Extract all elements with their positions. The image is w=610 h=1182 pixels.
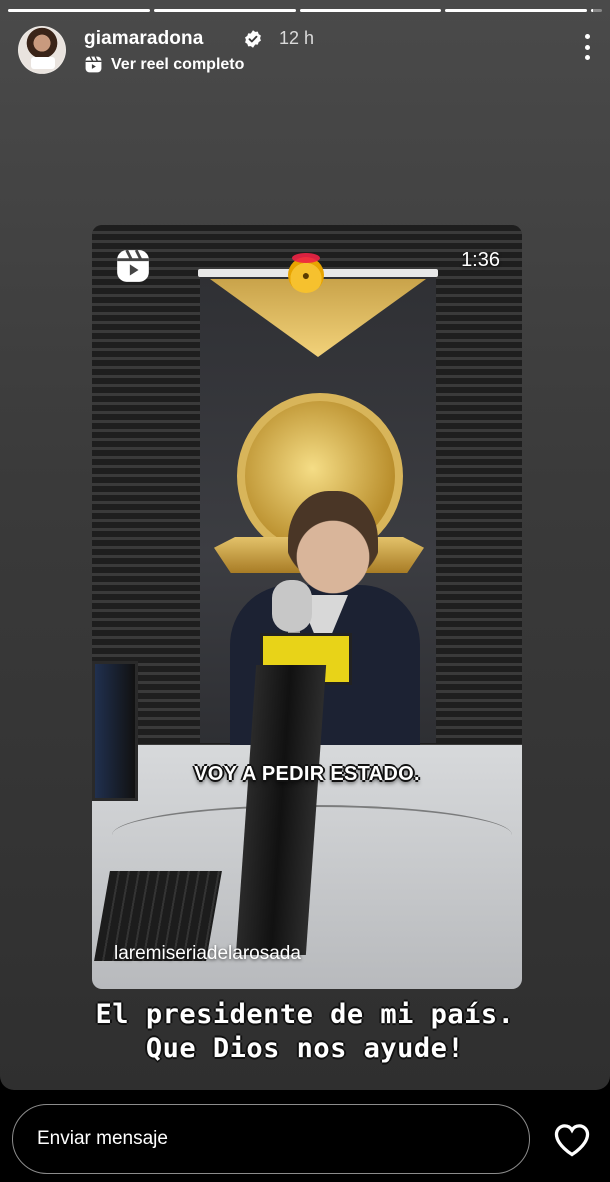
caption-line: Que Dios nos ayude! xyxy=(145,1033,465,1064)
reel-author[interactable]: laremiseriadelarosada xyxy=(114,943,301,965)
reels-icon xyxy=(117,249,149,282)
send-message-input[interactable] xyxy=(12,1104,530,1174)
caption-line: El presidente de mi país. xyxy=(95,999,515,1030)
video-subtitle: VOY A PEDIR ESTADO. xyxy=(194,763,420,785)
more-options-icon[interactable] xyxy=(582,34,592,60)
shared-reel-card[interactable]: ● 1:36 VOY A PEDIR ESTADO. laremiseriade… xyxy=(92,225,522,989)
reel-duration: 1:36 xyxy=(461,249,500,271)
avatar[interactable] xyxy=(18,26,66,74)
story-viewer[interactable]: giamaradona 12 h Ver reel completo ● 1:3… xyxy=(0,0,610,1090)
verified-badge-icon xyxy=(245,30,261,48)
view-full-reel-link[interactable]: Ver reel completo xyxy=(84,55,244,74)
progress-segment xyxy=(299,9,442,12)
progress-segment xyxy=(153,9,296,12)
reply-bar xyxy=(0,1090,610,1182)
reels-icon xyxy=(85,56,102,73)
view-full-reel-label: Ver reel completo xyxy=(111,55,245,73)
story-timestamp: 12 h xyxy=(279,28,315,48)
username[interactable]: giamaradona xyxy=(84,28,203,50)
exploding-head-emoji: ● xyxy=(288,253,324,293)
story-header: giamaradona 12 h Ver reel completo xyxy=(18,24,592,78)
story-progress-bar xyxy=(8,9,602,12)
progress-segment xyxy=(8,9,150,12)
progress-segment xyxy=(445,9,587,12)
progress-segment xyxy=(591,9,602,12)
heart-icon[interactable] xyxy=(552,1121,592,1157)
story-caption: El presidente de mi país. Que Dios nos a… xyxy=(0,998,610,1066)
microphone xyxy=(272,580,312,632)
